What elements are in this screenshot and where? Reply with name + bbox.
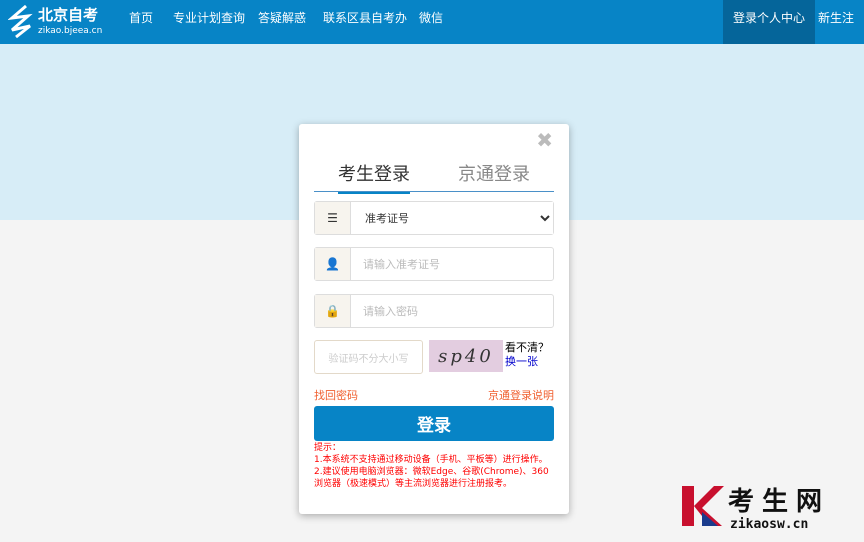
user-icon: 👤	[315, 248, 351, 280]
tab-jingtong-login[interactable]: 京通登录	[458, 160, 530, 186]
password-input[interactable]: 请输入密码	[351, 295, 553, 327]
tips: 提示： 1.本系统不支持通过移动设备（手机、平板等）进行操作。 2.建议使用电脑…	[314, 442, 554, 490]
jingtong-help-link[interactable]: 京通登录说明	[488, 387, 554, 403]
watermark-logo: 考生网 zikaosw.cn	[680, 482, 860, 532]
captcha-refresh-link[interactable]: 换一张	[505, 355, 549, 369]
captcha-image[interactable]: sp40	[429, 340, 503, 372]
captcha-help: 看不清？ 换一张	[505, 341, 549, 369]
nav-wechat[interactable]: 微信	[419, 0, 443, 36]
top-nav: 北京自考 zikao.bjeea.cn 首页 专业计划查询 答疑解惑 联系区县自…	[0, 0, 864, 61]
nav-login-center[interactable]: 登录个人中心	[723, 0, 816, 44]
nav-faq[interactable]: 答疑解惑	[258, 0, 306, 36]
svg-text:考生网: 考生网	[728, 487, 830, 517]
lock-icon: 🔒	[315, 295, 351, 327]
tip-2: 2.建议使用电脑浏览器：微软Edge、谷歌(Chrome)、360浏览器（极速模…	[314, 467, 549, 489]
login-tabs: 考生登录 京通登录	[314, 160, 554, 194]
logo-title: 北京自考	[38, 6, 99, 24]
tab-student-login[interactable]: 考生登录	[338, 160, 410, 194]
tips-title: 提示：	[314, 443, 342, 453]
tip-1: 1.本系统不支持通过移动设备（手机、平板等）进行操作。	[314, 455, 548, 465]
password-field: 🔒 请输入密码	[314, 294, 554, 328]
captcha-input[interactable]: 验证码不分大小写	[314, 340, 423, 374]
svg-text:zikaosw.cn: zikaosw.cn	[730, 517, 808, 532]
login-dialog: ✖ 考生登录 京通登录 ☰ 准考证号 👤 请输入准考证号 🔒 请输入密码 验证码…	[299, 124, 569, 514]
logo[interactable]: 北京自考 zikao.bjeea.cn	[7, 4, 108, 40]
nav-plan-query[interactable]: 专业计划查询	[173, 0, 245, 36]
captcha-hint: 看不清？	[505, 341, 549, 354]
id-input[interactable]: 请输入准考证号	[351, 248, 553, 280]
logo-subtitle: zikao.bjeea.cn	[38, 26, 103, 36]
close-icon[interactable]: ✖	[536, 128, 553, 152]
nav-home[interactable]: 首页	[129, 0, 153, 36]
logo-icon	[7, 4, 33, 39]
id-field: 👤 请输入准考证号	[314, 247, 554, 281]
nav-contact[interactable]: 联系区县自考办	[323, 0, 407, 36]
forgot-password-link[interactable]: 找回密码	[314, 387, 358, 403]
login-button[interactable]: 登录	[314, 406, 554, 441]
id-type-select[interactable]: 准考证号	[351, 202, 553, 234]
list-icon: ☰	[315, 202, 351, 234]
id-type-field: ☰ 准考证号	[314, 201, 554, 235]
